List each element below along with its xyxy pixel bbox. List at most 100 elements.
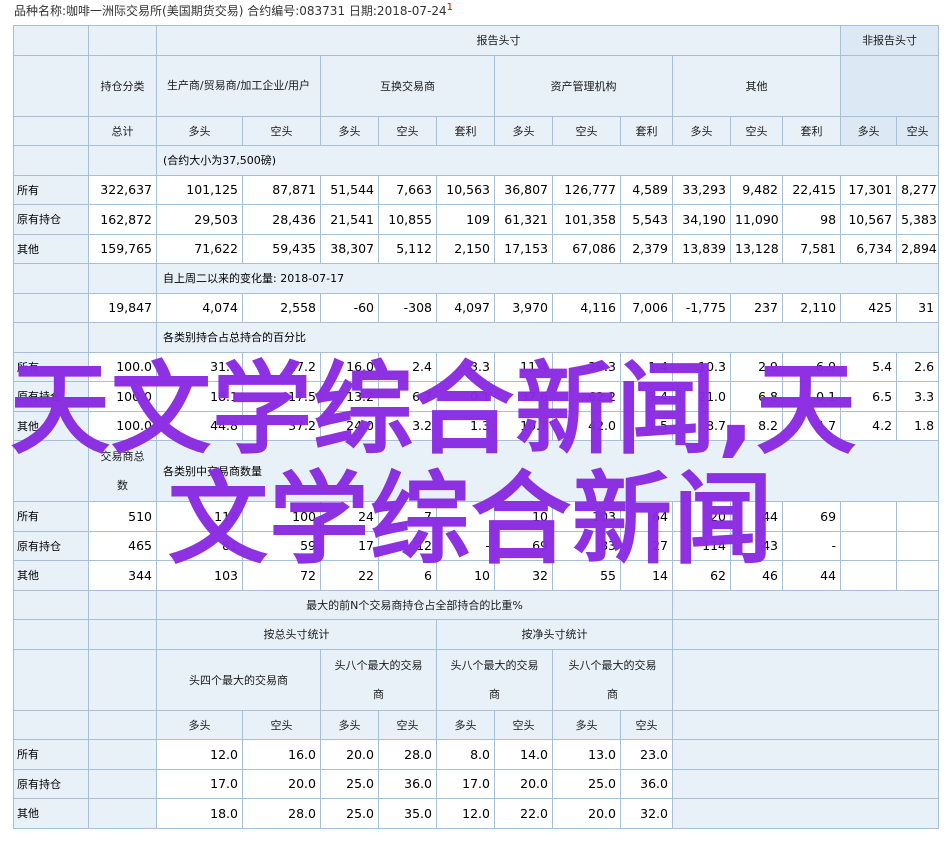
data-cell: 7,006 bbox=[620, 292, 673, 323]
data-cell: 13,128 bbox=[730, 233, 783, 264]
data-cell: 425 bbox=[840, 292, 898, 323]
data-cell: 1.4 bbox=[620, 351, 673, 382]
traders-total-header-line1: 交易商总 bbox=[100, 450, 145, 463]
percent-row-other: 其他 100.0 44.8 37.2 24.0 3.2 1.3 10.7 42.… bbox=[13, 410, 940, 441]
data-cell: 126,777 bbox=[552, 174, 621, 205]
data-cell: 5,112 bbox=[378, 233, 437, 264]
data-cell: 38,307 bbox=[320, 233, 379, 264]
blank-cell bbox=[13, 648, 89, 711]
data-cell: 67,086 bbox=[552, 233, 621, 264]
data-cell: 8.7 bbox=[672, 410, 731, 441]
data-cell: 22.0 bbox=[494, 798, 553, 829]
net-top8-header: 头八个最大的交易商 bbox=[552, 648, 673, 711]
data-cell: 103 bbox=[156, 560, 243, 591]
blank-cell bbox=[13, 145, 89, 176]
data-cell bbox=[436, 501, 495, 532]
data-cell: 37.6 bbox=[494, 381, 553, 412]
data-cell: 10 bbox=[494, 501, 553, 532]
data-cell: 1.8 bbox=[896, 410, 940, 441]
data-cell: 1.5 bbox=[620, 410, 673, 441]
short-header: 空头 bbox=[378, 115, 437, 146]
data-cell: 43 bbox=[730, 530, 783, 561]
change-note: 自上周二以来的变化量: 2018-07-17 bbox=[155, 263, 940, 294]
row-label: 其他 bbox=[13, 560, 89, 591]
blank-cell bbox=[88, 709, 157, 740]
long-header: 多头 bbox=[840, 115, 898, 146]
data-cell bbox=[840, 560, 898, 591]
data-cell: 16.0 bbox=[320, 351, 379, 382]
data-cell: 17 bbox=[320, 530, 379, 561]
producer-header: 生产商/贸易商/加工企业/用户 bbox=[156, 54, 321, 117]
data-cell: 37.2 bbox=[242, 410, 321, 441]
data-cell: 2.4 bbox=[378, 351, 437, 382]
data-cell: 20.0 bbox=[552, 798, 621, 829]
data-cell: 24.0 bbox=[320, 410, 379, 441]
data-cell: 8.2 bbox=[730, 410, 783, 441]
traders-total-header-line2: 数 bbox=[117, 479, 128, 492]
blank-cell bbox=[671, 709, 940, 740]
gross-top8-header: 头八个最大的交易商 bbox=[320, 648, 437, 711]
net-header: 按净头寸统计 bbox=[436, 619, 673, 650]
data-cell: 159,765 bbox=[88, 233, 157, 264]
data-cell: 71,622 bbox=[156, 233, 243, 264]
data-cell: 12 bbox=[378, 530, 437, 561]
data-cell: 114 bbox=[672, 530, 731, 561]
long-header: 多头 bbox=[156, 709, 243, 740]
gross-header: 按总头寸统计 bbox=[156, 619, 437, 650]
data-cell: 510 bbox=[88, 501, 157, 532]
positions-row-other: 其他 159,765 71,622 59,435 38,307 5,112 2,… bbox=[13, 233, 940, 264]
data-cell: 10,567 bbox=[840, 204, 898, 235]
data-cell: 4.2 bbox=[840, 410, 898, 441]
net-top4-header: 头八个最大的交易商 bbox=[436, 648, 553, 711]
category-header: 持仓分类 bbox=[88, 54, 157, 117]
data-cell: 36,807 bbox=[494, 174, 553, 205]
data-cell: 62.2 bbox=[552, 381, 621, 412]
data-cell: 34,190 bbox=[672, 204, 731, 235]
data-cell: 3,970 bbox=[494, 292, 553, 323]
data-cell: 7 bbox=[378, 501, 437, 532]
gross-top8-header-line1: 头八个最大的交易 bbox=[334, 658, 423, 672]
blank-cell bbox=[88, 739, 157, 770]
data-cell: 22 bbox=[320, 560, 379, 591]
cot-table: 报告头寸 非报告头寸 持仓分类 生产商/贸易商/加工企业/用户 互换交易商 资产… bbox=[13, 25, 940, 829]
data-cell: 100 bbox=[242, 501, 321, 532]
data-cell: 10.7 bbox=[494, 410, 553, 441]
traders-row-all: 所有 510 118 100 24 7 10 103 64 20 44 69 bbox=[13, 501, 940, 532]
data-cell: 8.0 bbox=[436, 739, 495, 770]
data-cell: 18.1 bbox=[156, 381, 243, 412]
long-header: 多头 bbox=[320, 115, 379, 146]
data-cell: 10,855 bbox=[378, 204, 437, 235]
long-header: 多头 bbox=[156, 115, 243, 146]
short-header: 空头 bbox=[730, 115, 783, 146]
data-cell: 100.0 bbox=[88, 410, 157, 441]
blank-cell bbox=[671, 768, 940, 799]
data-cell: 21.0 bbox=[672, 381, 731, 412]
blank-cell bbox=[88, 798, 157, 829]
data-cell: 10 bbox=[436, 560, 495, 591]
blank-cell bbox=[88, 263, 157, 294]
data-cell: 4,589 bbox=[620, 174, 673, 205]
data-cell: 17.0 bbox=[156, 768, 243, 799]
data-cell: 4,097 bbox=[436, 292, 495, 323]
blank-cell bbox=[13, 440, 89, 502]
data-cell: -308 bbox=[378, 292, 437, 323]
data-cell: 61,321 bbox=[494, 204, 553, 235]
data-cell: 44 bbox=[730, 501, 783, 532]
data-cell: 55 bbox=[552, 560, 621, 591]
data-cell: 162,872 bbox=[88, 204, 157, 235]
data-cell: -1,775 bbox=[672, 292, 731, 323]
data-cell: 344 bbox=[88, 560, 157, 591]
data-cell: 322,637 bbox=[88, 174, 157, 205]
data-cell bbox=[896, 501, 940, 532]
data-cell: 12.0 bbox=[436, 798, 495, 829]
data-cell: 62 bbox=[672, 560, 731, 591]
net-top8-header-line1: 头八个最大的交易 bbox=[568, 658, 657, 672]
data-cell: 46 bbox=[730, 560, 783, 591]
short-header: 空头 bbox=[896, 115, 940, 146]
blank-cell bbox=[13, 263, 89, 294]
swap-dealer-header: 互换交易商 bbox=[320, 54, 495, 117]
gross-top4-header: 头四个最大的交易商 bbox=[156, 648, 321, 711]
blank-cell bbox=[13, 322, 89, 353]
report-positions-header: 报告头寸 bbox=[155, 25, 842, 56]
blank-cell bbox=[13, 619, 89, 650]
